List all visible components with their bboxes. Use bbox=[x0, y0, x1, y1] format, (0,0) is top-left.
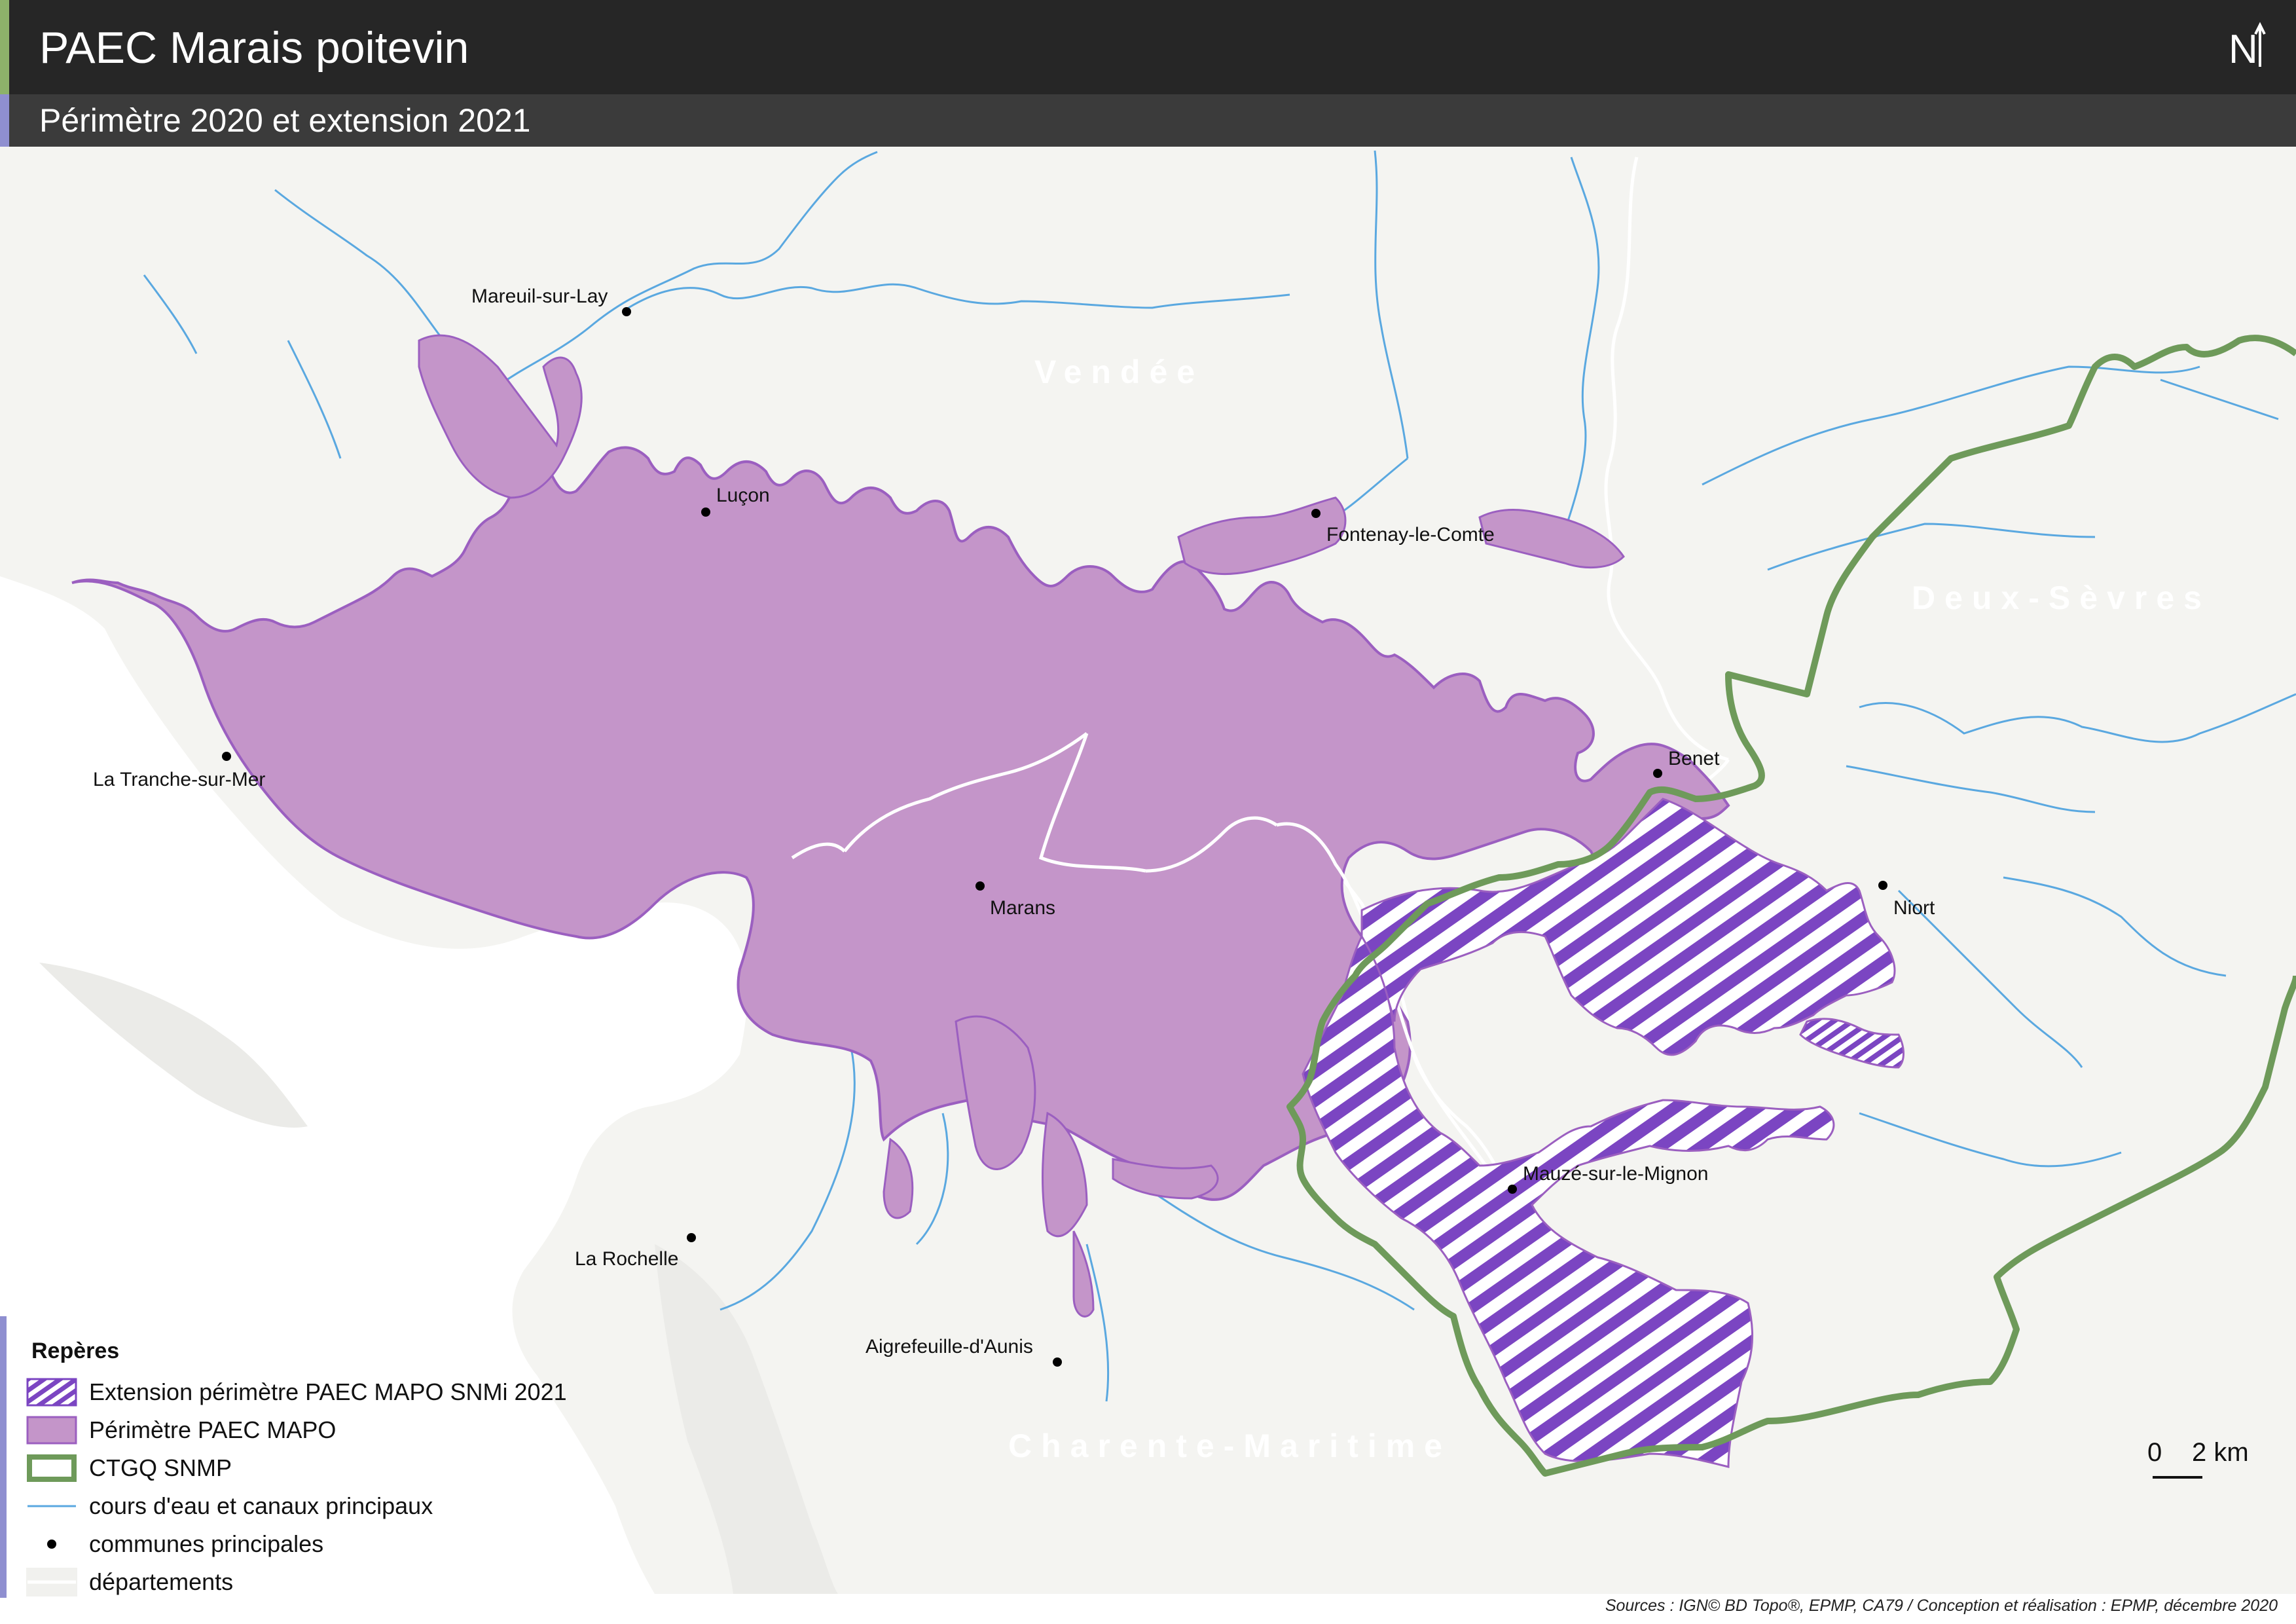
town-dot bbox=[222, 752, 231, 761]
purple-swatch-icon bbox=[26, 1416, 77, 1445]
legend-label: Extension périmètre PAEC MAPO SNMi 2021 bbox=[89, 1378, 567, 1405]
blue-line-icon bbox=[27, 1505, 76, 1507]
town-dot bbox=[622, 307, 631, 316]
scale-distance-label: 2 km bbox=[2192, 1438, 2249, 1467]
town-label-la-rochelle: La Rochelle bbox=[575, 1248, 678, 1270]
legend-item-extension: Extension périmètre PAEC MAPO SNMi 2021 bbox=[26, 1375, 642, 1408]
white-line-icon bbox=[26, 1568, 77, 1596]
scale-zero-label: 0 bbox=[2147, 1438, 2162, 1467]
town-label-marans: Marans bbox=[990, 897, 1055, 919]
town-dot bbox=[1878, 881, 1887, 890]
town-dot bbox=[701, 507, 710, 517]
page-subtitle: Périmètre 2020 et extension 2021 bbox=[39, 102, 531, 139]
legend-label: CTGQ SNMP bbox=[89, 1454, 232, 1481]
header-bar: PAEC Marais poitevin N bbox=[0, 0, 2296, 94]
header-accent bbox=[0, 0, 9, 94]
town-label-mauze: Mauzé-sur-le-Mignon bbox=[1523, 1163, 1708, 1185]
legend-item-perimeter: Périmètre PAEC MAPO bbox=[26, 1413, 642, 1446]
north-label: N bbox=[2229, 27, 2258, 72]
scale-bar-line bbox=[2153, 1476, 2202, 1479]
legend-label: départements bbox=[89, 1568, 234, 1595]
north-arrow-icon: N bbox=[2229, 22, 2266, 72]
legend-title: Repères bbox=[31, 1338, 120, 1363]
green-outline-swatch-icon bbox=[27, 1454, 77, 1482]
department-label-deux-sevres: Deux-Sèvres bbox=[1912, 580, 2211, 616]
legend-label: cours d'eau et canaux principaux bbox=[89, 1492, 433, 1519]
page-title: PAEC Marais poitevin bbox=[39, 23, 469, 73]
department-label-charente-maritime: Charente-Maritime bbox=[1008, 1428, 1451, 1464]
town-label-lucon: Luçon bbox=[716, 485, 770, 506]
town-dot bbox=[1653, 769, 1662, 778]
town-dot bbox=[1508, 1185, 1517, 1194]
town-label-fontenay: Fontenay-le-Comte bbox=[1326, 524, 1495, 545]
town-dot bbox=[1053, 1357, 1062, 1367]
town-dot bbox=[975, 881, 985, 891]
legend-item-ctgq: CTGQ SNMP bbox=[26, 1451, 642, 1484]
black-dot-icon bbox=[47, 1540, 56, 1549]
sources-credit: Sources : IGN© BD Topo®, EPMP, CA79 / Co… bbox=[1605, 1596, 2278, 1615]
town-dot bbox=[1311, 509, 1321, 518]
hatch-swatch-icon bbox=[26, 1378, 77, 1407]
legend-item-rivers: cours d'eau et canaux principaux bbox=[26, 1489, 642, 1522]
department-label-vendee: Vendée bbox=[1034, 354, 1204, 390]
town-label-la-tranche: La Tranche-sur-Mer bbox=[93, 769, 265, 790]
legend-accent bbox=[0, 1316, 7, 1598]
town-label-benet: Benet bbox=[1668, 748, 1720, 769]
subheader-bar: Périmètre 2020 et extension 2021 bbox=[0, 94, 2296, 147]
legend-label: Périmètre PAEC MAPO bbox=[89, 1416, 337, 1443]
town-label-mareuil: Mareuil-sur-Lay bbox=[471, 286, 608, 307]
town-dot bbox=[687, 1233, 696, 1242]
scale-bar: 0 2 km bbox=[2141, 1434, 2249, 1486]
legend-item-departments: départements bbox=[26, 1565, 642, 1598]
legend-item-towns: communes principales bbox=[26, 1527, 642, 1560]
town-label-niort: Niort bbox=[1893, 897, 1935, 919]
town-label-aigrefeuille: Aigrefeuille-d'Aunis bbox=[866, 1336, 1033, 1357]
legend: Repères Extension périmètre PAEC MAPO SN… bbox=[0, 1316, 642, 1598]
legend-label: communes principales bbox=[89, 1530, 324, 1557]
subheader-accent bbox=[0, 94, 9, 147]
